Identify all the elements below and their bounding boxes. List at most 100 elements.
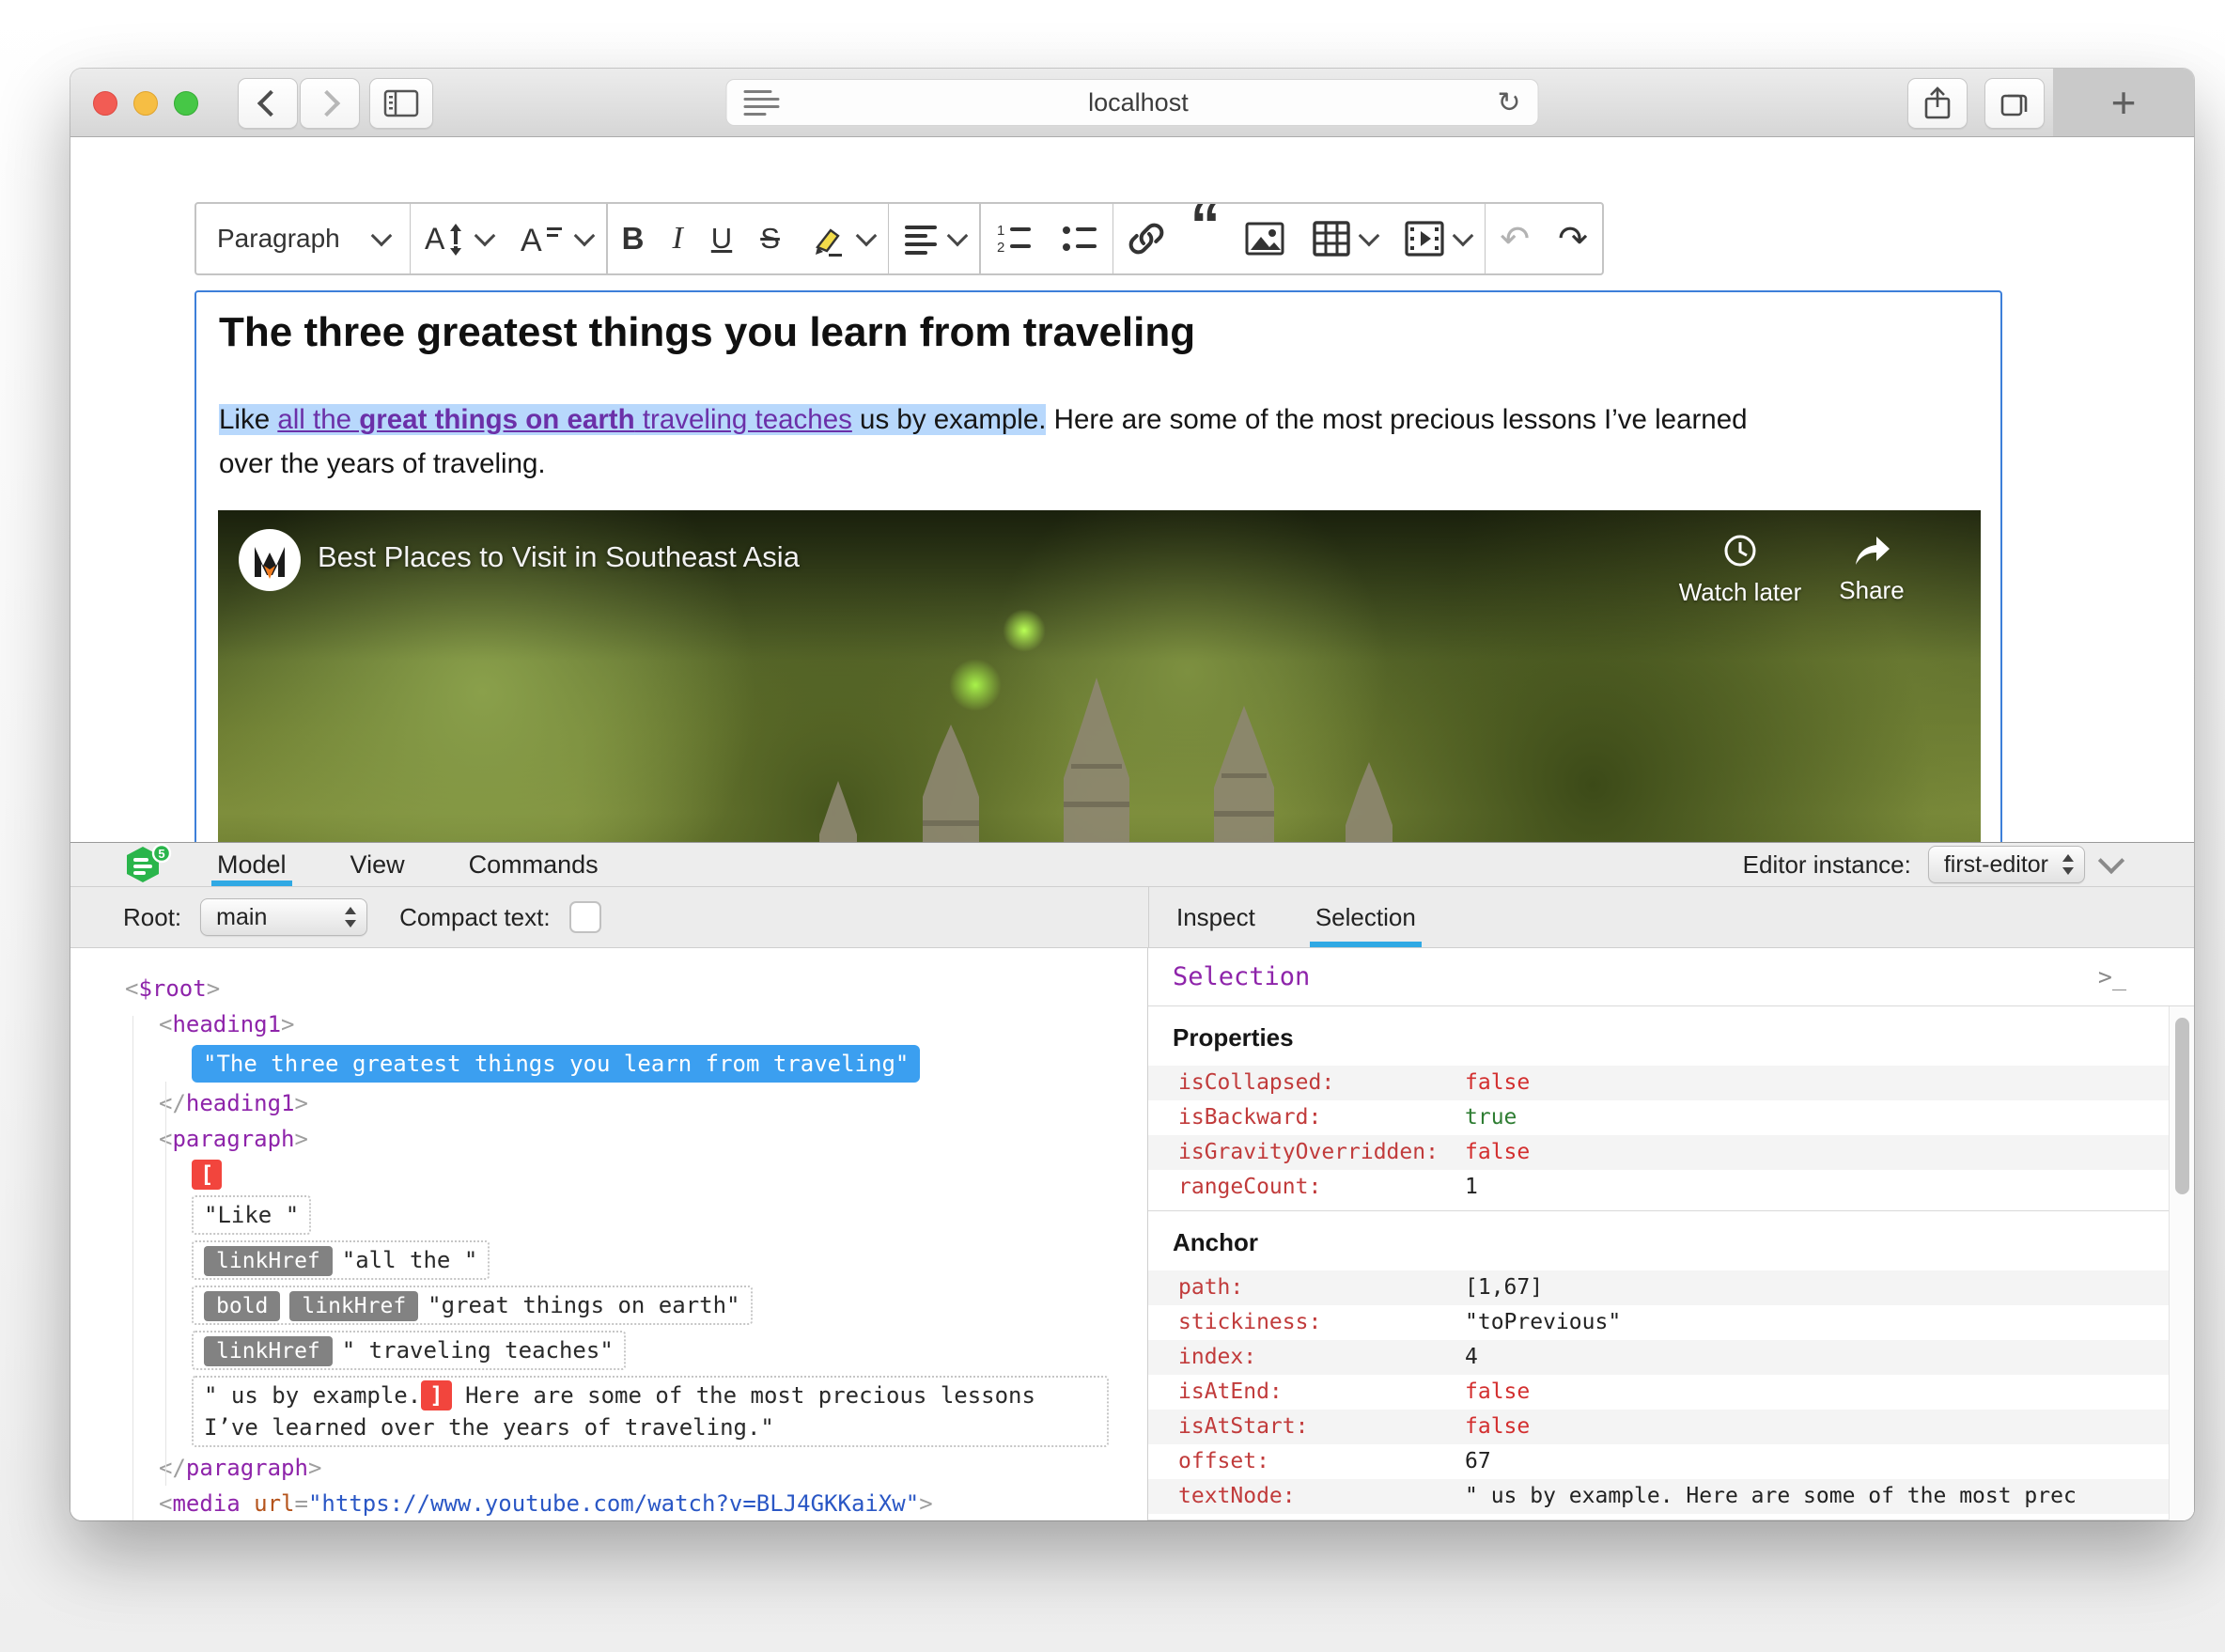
- insert-table-button[interactable]: [1299, 204, 1391, 273]
- model-text-node-box[interactable]: linkHref " traveling teaches": [192, 1331, 626, 1370]
- editor-instance-select[interactable]: first-editor: [1927, 846, 2085, 883]
- model-tree-row[interactable]: "The three greatest things you learn fro…: [125, 1042, 1147, 1085]
- collapse-inspector-icon[interactable]: [2097, 847, 2125, 875]
- youtube-embed[interactable]: Best Places to Visit in Southeast Asia W…: [218, 510, 1981, 842]
- font-family-icon: A: [521, 223, 563, 257]
- traffic-lights: [93, 91, 198, 116]
- redo-button[interactable]: ↷: [1544, 204, 1602, 273]
- model-tree-row[interactable]: </heading1>: [125, 1085, 1147, 1121]
- property-value: false: [1465, 1070, 1531, 1095]
- paragraph-link-text[interactable]: great things on earth: [359, 404, 635, 435]
- model-tree-row[interactable]: linkHref "all the ": [125, 1238, 1147, 1283]
- back-button[interactable]: [238, 78, 298, 129]
- model-tree-row[interactable]: <heading1>: [125, 1006, 1147, 1042]
- log-to-console-icon[interactable]: >_: [2098, 963, 2126, 990]
- model-text-node-box[interactable]: linkHref "all the ": [192, 1240, 490, 1280]
- model-tree-row[interactable]: </paragraph>: [125, 1450, 1147, 1486]
- document-heading: The three greatest things you learn from…: [219, 309, 1196, 355]
- pane-scrollbar-thumb[interactable]: [2175, 1018, 2189, 1194]
- insert-image-button[interactable]: [1231, 204, 1299, 273]
- editor-content[interactable]: The three greatest things you learn from…: [194, 290, 2002, 842]
- tree-br: <: [125, 975, 139, 1002]
- tab-inspect[interactable]: Inspect: [1171, 887, 1261, 947]
- tree-br: >: [294, 1090, 308, 1116]
- forward-button[interactable]: [300, 78, 360, 129]
- compact-text-checkbox[interactable]: [568, 901, 601, 933]
- tree-br: >: [206, 975, 221, 1002]
- highlight-button[interactable]: [794, 204, 888, 273]
- italic-button[interactable]: I: [658, 204, 696, 273]
- text-alignment-button[interactable]: [889, 204, 979, 273]
- selection-pane-title: Selection: [1173, 962, 1311, 991]
- link-button[interactable]: [1113, 204, 1179, 273]
- undo-button[interactable]: ↶: [1486, 204, 1544, 273]
- model-tree-row[interactable]: "Like ": [125, 1192, 1147, 1238]
- tab-model[interactable]: Model: [211, 843, 292, 886]
- model-tree-row[interactable]: [: [125, 1157, 1147, 1192]
- property-value: false: [1465, 1414, 1531, 1439]
- tab-commands[interactable]: Commands: [463, 843, 604, 886]
- url-field[interactable]: localhost ↻: [725, 79, 1539, 126]
- paragraph-link-text[interactable]: traveling teaches: [634, 404, 852, 435]
- paragraph-link-text[interactable]: all the: [277, 404, 360, 435]
- block-quote-button[interactable]: “: [1179, 204, 1230, 245]
- forward-icon: [313, 89, 341, 117]
- property-name: isCollapsed:: [1178, 1070, 1335, 1095]
- sidebar-button[interactable]: [369, 78, 433, 129]
- model-tree-row[interactable]: <media url="https://www.youtube.com/watc…: [125, 1486, 1147, 1520]
- font-family-button[interactable]: A: [506, 204, 606, 273]
- property-value: 67: [1465, 1449, 1491, 1473]
- bulleted-list-button[interactable]: [1047, 204, 1112, 273]
- insert-media-button[interactable]: [1391, 204, 1485, 273]
- tab-overview-button[interactable]: [1984, 78, 2045, 129]
- minimize-window-button[interactable]: [133, 91, 158, 116]
- channel-avatar[interactable]: [239, 529, 301, 591]
- lens-flare: [1003, 609, 1046, 652]
- ckeditor-inspector: 5 Model View Commands Editor instance: f…: [70, 842, 2194, 1520]
- tab-selection[interactable]: Selection: [1310, 887, 1422, 947]
- numbered-list-button[interactable]: 12: [981, 204, 1047, 273]
- tree-chip: linkHref: [289, 1291, 419, 1321]
- model-tree-row[interactable]: <$root>: [125, 971, 1147, 1006]
- tree-tag: paragraph: [185, 1455, 308, 1481]
- close-window-button[interactable]: [93, 91, 117, 116]
- tab-view[interactable]: View: [345, 843, 411, 886]
- root-select[interactable]: main: [200, 898, 368, 936]
- paragraph-text: Like: [219, 404, 278, 435]
- model-tree-row[interactable]: linkHref " traveling teaches": [125, 1328, 1147, 1373]
- paragraph-style-dropdown[interactable]: Paragraph: [196, 204, 410, 273]
- logo-badge: 5: [158, 847, 164, 861]
- url-text: localhost: [1088, 87, 1189, 117]
- zoom-window-button[interactable]: [174, 91, 198, 116]
- property-value: 1: [1465, 1175, 1478, 1199]
- reader-view-icon[interactable]: [743, 89, 780, 116]
- underline-button[interactable]: U: [697, 204, 746, 273]
- property-name: offset:: [1178, 1449, 1269, 1473]
- editor-toolbar: Paragraph A A B I U S 1 2 “ ↶ ↷: [194, 202, 1604, 275]
- web-page: Paragraph A A B I U S 1 2 “ ↶ ↷ The thre…: [70, 137, 2194, 842]
- model-text-node-box[interactable]: bold linkHref "great things on earth": [192, 1286, 753, 1325]
- property-name: textNode:: [1178, 1484, 1296, 1508]
- model-tree-row[interactable]: <paragraph>: [125, 1121, 1147, 1157]
- share-button[interactable]: [1907, 78, 1968, 129]
- refresh-icon[interactable]: ↻: [1497, 86, 1520, 119]
- strikethrough-button[interactable]: S: [746, 204, 794, 273]
- font-size-button[interactable]: A: [411, 204, 506, 273]
- model-text-node-box[interactable]: "Like ": [192, 1195, 312, 1235]
- watch-later-button[interactable]: Watch later: [1670, 533, 1811, 607]
- model-tree-row[interactable]: " us by example.] Here are some of the m…: [125, 1373, 1147, 1450]
- bold-button[interactable]: B: [608, 204, 659, 273]
- model-text-node-box[interactable]: " us by example.] Here are some of the m…: [192, 1376, 1109, 1447]
- chevron-down-icon: [474, 225, 496, 247]
- model-controls: Root: main Compact text:: [123, 887, 601, 947]
- property-name: isGravityOverridden:: [1178, 1140, 1439, 1164]
- model-tree-row[interactable]: bold linkHref "great things on earth": [125, 1283, 1147, 1328]
- share-arrow-icon: [1856, 537, 1890, 565]
- video-share-button[interactable]: Share: [1820, 533, 1923, 605]
- tree-attr: url: [254, 1490, 295, 1517]
- share-icon: [1924, 86, 1951, 119]
- tree-txt: "all the ": [341, 1247, 478, 1273]
- tree-txt: [241, 1490, 254, 1517]
- tree-tag: $root: [138, 975, 207, 1002]
- new-tab-area[interactable]: +: [2053, 69, 2194, 136]
